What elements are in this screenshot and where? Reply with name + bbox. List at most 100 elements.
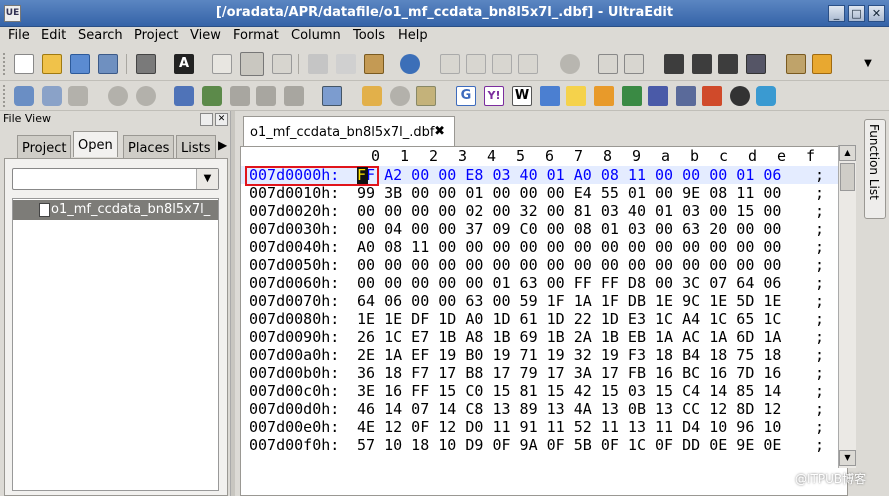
- chevron-down-icon[interactable]: ▼: [196, 169, 218, 189]
- panel-float-icon[interactable]: [200, 113, 213, 126]
- ftp-icon[interactable]: [174, 86, 194, 106]
- find-next-icon[interactable]: [692, 54, 712, 74]
- window-list-icon[interactable]: [598, 54, 618, 74]
- menu-search[interactable]: Search: [78, 28, 123, 43]
- document-tab[interactable]: o1_mf_ccdata_bn8l5x7l_.dbf ✖: [243, 116, 455, 146]
- paste-icon[interactable]: [364, 54, 384, 74]
- menu-help[interactable]: Help: [398, 28, 428, 43]
- align-left-icon[interactable]: [440, 54, 460, 74]
- hex-view[interactable]: 0 1 2 3 4 5 6 7 8 9 a b c d e f 007d0000h: FF A2 00 00 E…: [240, 146, 848, 496]
- find-icon[interactable]: [664, 54, 684, 74]
- tab-project[interactable]: Project: [17, 135, 72, 159]
- minimize-button[interactable]: _: [828, 5, 845, 22]
- list-item[interactable]: o1_mf_ccdata_bn8l5x7l_: [13, 200, 218, 220]
- hex-row[interactable]: 007d00b0h: 36 18 F7 17 B8 17 79 17 3A 17 …: [241, 364, 841, 382]
- tab-scroll-right-icon[interactable]: ▶: [218, 138, 227, 152]
- menu-tools[interactable]: Tools: [353, 28, 385, 43]
- save-icon[interactable]: [70, 54, 90, 74]
- menu-edit[interactable]: Edit: [41, 28, 66, 43]
- hex-row[interactable]: 007d0040h: A0 08 11 00 00 00 00 00 00 00 …: [241, 238, 841, 256]
- compile-icon[interactable]: [108, 86, 128, 106]
- ruby-icon[interactable]: [676, 86, 696, 106]
- chevron-down-icon[interactable]: ▼: [858, 54, 878, 74]
- hex-row[interactable]: 007d0030h: 00 04 00 00 37 09 C0 00 08 01 …: [241, 220, 841, 238]
- toolbar-grip[interactable]: [3, 53, 7, 75]
- hex-row[interactable]: 007d00d0h: 46 14 07 14 C8 13 89 13 4A 13 …: [241, 400, 841, 418]
- cascade-icon[interactable]: [624, 54, 644, 74]
- hex-row[interactable]: 007d0020h: 00 00 00 00 02 00 32 00 81 03 …: [241, 202, 841, 220]
- replace-icon[interactable]: [746, 54, 766, 74]
- open-folder-icon[interactable]: [42, 54, 62, 74]
- column-mode-icon[interactable]: [272, 54, 292, 74]
- hex-row[interactable]: 007d0070h: 64 06 00 00 63 00 59 1F 1A 1F …: [241, 292, 841, 310]
- menu-project[interactable]: Project: [134, 28, 178, 43]
- scroll-up-icon[interactable]: ▲: [839, 145, 856, 161]
- refresh-icon[interactable]: [756, 86, 776, 106]
- spell-check-icon[interactable]: [560, 54, 580, 74]
- hex-row[interactable]: 007d0080h: 1E 1E DF 1D A0 1D 61 1D 22 1D …: [241, 310, 841, 328]
- script-icon[interactable]: [416, 86, 436, 106]
- compare-icon[interactable]: [322, 86, 342, 106]
- hex-row[interactable]: 007d00a0h: 2E 1A EF 19 B0 19 71 19 32 19 …: [241, 346, 841, 364]
- tab-lists[interactable]: Lists: [176, 135, 216, 159]
- hex-row[interactable]: 007d0090h: 26 1C E7 1B A8 1B 69 1B 2A 1B …: [241, 328, 841, 346]
- tab-open[interactable]: Open: [73, 131, 118, 157]
- function-list-tab[interactable]: Function List: [864, 119, 886, 219]
- web-browser-icon[interactable]: [400, 54, 420, 74]
- project-settings-icon[interactable]: [68, 86, 88, 106]
- menu-format[interactable]: Format: [233, 28, 279, 43]
- panel-close-icon[interactable]: ✕: [215, 113, 228, 126]
- php-icon[interactable]: [648, 86, 668, 106]
- apple-icon[interactable]: [730, 86, 750, 106]
- tools-icon[interactable]: [390, 86, 410, 106]
- print-icon[interactable]: [136, 54, 156, 74]
- menu-column[interactable]: Column: [291, 28, 341, 43]
- help-search-icon[interactable]: [566, 86, 586, 106]
- justify-icon[interactable]: [518, 54, 538, 74]
- google-icon[interactable]: G: [456, 86, 476, 106]
- hex-row[interactable]: 007d0010h: 99 3B 00 00 01 00 00 00 E4 55 …: [241, 184, 841, 202]
- sftp-icon[interactable]: [230, 86, 250, 106]
- open-files-combo[interactable]: ▼: [12, 168, 219, 190]
- close-tab-icon[interactable]: ✖: [434, 124, 445, 139]
- maximize-button[interactable]: □: [848, 5, 865, 22]
- folder-search-icon[interactable]: [594, 86, 614, 106]
- find-prev-icon[interactable]: [718, 54, 738, 74]
- open-files-list[interactable]: o1_mf_ccdata_bn8l5x7l_: [12, 198, 219, 491]
- menu-file[interactable]: File: [8, 28, 30, 43]
- align-right-icon[interactable]: [492, 54, 512, 74]
- scroll-thumb[interactable]: [840, 163, 855, 191]
- menu-view[interactable]: View: [190, 28, 221, 43]
- hex-row[interactable]: 007d00f0h: 57 10 18 10 D9 0F 9A 0F 5B 0F …: [241, 436, 841, 454]
- build-icon[interactable]: [136, 86, 156, 106]
- scroll-down-icon[interactable]: ▼: [839, 450, 856, 466]
- hex-row[interactable]: 007d0000h: FF A2 00 00 E8 03 40 01 A0 08 …: [241, 166, 841, 186]
- align-center-icon[interactable]: [466, 54, 486, 74]
- ssh-icon[interactable]: [284, 86, 304, 106]
- copy-icon[interactable]: [336, 54, 356, 74]
- wordwrap-icon[interactable]: [212, 54, 232, 74]
- perl-icon[interactable]: [622, 86, 642, 106]
- bookmark-icon[interactable]: [786, 54, 806, 74]
- cut-icon[interactable]: [308, 54, 328, 74]
- project-close-icon[interactable]: [42, 86, 62, 106]
- font-icon[interactable]: A: [174, 54, 194, 74]
- ftp-save-icon[interactable]: [202, 86, 222, 106]
- hex-row[interactable]: 007d00c0h: 3E 16 FF 15 C0 15 81 15 42 15 …: [241, 382, 841, 400]
- tag-icon[interactable]: [362, 86, 382, 106]
- vertical-scrollbar[interactable]: ▲ ▼: [838, 145, 856, 468]
- project-open-icon[interactable]: [14, 86, 34, 106]
- wikipedia-icon[interactable]: W: [512, 86, 532, 106]
- tab-places[interactable]: Places: [123, 135, 175, 159]
- telnet-icon[interactable]: [256, 86, 276, 106]
- toolbar-grip[interactable]: [3, 85, 7, 107]
- yahoo-icon[interactable]: Y!: [484, 86, 504, 106]
- hex-row[interactable]: 007d00e0h: 4E 12 0F 12 D0 11 91 11 52 11 …: [241, 418, 841, 436]
- macro-icon[interactable]: [812, 54, 832, 74]
- msdn-icon[interactable]: [540, 86, 560, 106]
- hex-row[interactable]: 007d0050h: 00 00 00 00 00 00 00 00 00 00 …: [241, 256, 841, 274]
- windows-icon[interactable]: [702, 86, 722, 106]
- hex-row[interactable]: 007d0060h: 00 00 00 00 00 01 63 00 FF FF …: [241, 274, 841, 292]
- new-file-icon[interactable]: [14, 54, 34, 74]
- close-window-button[interactable]: ✕: [868, 5, 885, 22]
